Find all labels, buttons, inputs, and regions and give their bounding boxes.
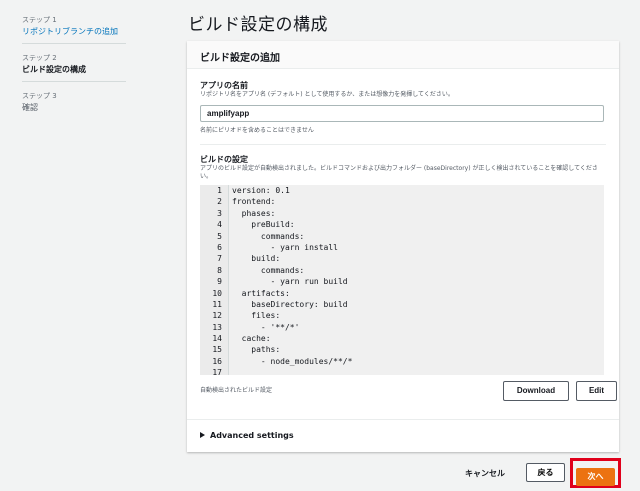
step-1-link[interactable]: リポジトリブランチの追加 bbox=[22, 27, 126, 37]
panel-header: ビルド設定の追加 bbox=[187, 41, 619, 69]
page-title: ビルド設定の構成 bbox=[188, 15, 328, 35]
step-3-title: 確認 bbox=[22, 103, 38, 112]
divider bbox=[200, 144, 606, 145]
line-number: 16 bbox=[212, 356, 222, 366]
line-number: 2 bbox=[217, 197, 222, 207]
code-line: build: bbox=[232, 254, 281, 264]
code-line: - node_modules/**/* bbox=[232, 356, 353, 366]
edit-button[interactable]: Edit bbox=[576, 381, 617, 401]
code-line: version: 0.1 bbox=[232, 186, 290, 195]
code-line: preBuild: bbox=[232, 220, 295, 230]
line-number: 10 bbox=[212, 288, 222, 298]
code-line: cache: bbox=[232, 334, 271, 344]
build-spec-code-editor[interactable]: 1 2 3 4 5 6 7 8 9 10 11 12 13 14 15 16 17 version: 0.1 fr… bbox=[200, 185, 604, 378]
code-line: phases: bbox=[232, 208, 276, 218]
code-line: paths: bbox=[232, 345, 281, 355]
code-line: frontend: bbox=[232, 197, 276, 207]
code-area[interactable]: version: 0.1 frontend: phases: preBuild: … bbox=[228, 185, 604, 375]
app-name-label: アプリの名前 bbox=[200, 81, 248, 90]
line-number: 9 bbox=[217, 277, 222, 287]
code-line: commands: bbox=[232, 265, 305, 275]
build-settings-description: アプリのビルド設定が自動検出されました。ビルドコマンドおよび出力フォルダー (b… bbox=[200, 165, 598, 180]
line-number: 13 bbox=[212, 322, 222, 332]
advanced-settings-toggle[interactable]: Advanced settings bbox=[187, 419, 619, 452]
app-name-description: リポジトリ名をアプリ名 (デフォルト) として使用するか、または想像力を発揮して… bbox=[200, 91, 454, 98]
code-line: commands: bbox=[232, 231, 305, 241]
line-number: 3 bbox=[217, 208, 222, 218]
step-3: ステップ 3 確認 bbox=[22, 88, 126, 119]
build-settings-panel: ビルド設定の追加 アプリの名前 リポジトリ名をアプリ名 (デフォルト) として使… bbox=[187, 41, 619, 452]
editor-footer: 自動検出されたビルド設定 Download Edit bbox=[200, 381, 617, 401]
step-2: ステップ 2 ビルド設定の構成 bbox=[22, 50, 126, 82]
line-number: 12 bbox=[212, 311, 222, 321]
line-number: 4 bbox=[217, 220, 222, 230]
panel-body: アプリの名前 リポジトリ名をアプリ名 (デフォルト) として使用するか、または想… bbox=[187, 69, 619, 413]
code-line: - yarn install bbox=[232, 242, 338, 252]
line-number-gutter: 1 2 3 4 5 6 7 8 9 10 11 12 13 14 15 16 17 bbox=[200, 185, 226, 378]
back-button[interactable]: 戻る bbox=[526, 463, 565, 482]
caret-right-icon bbox=[200, 432, 205, 438]
build-settings-label: ビルドの設定 bbox=[200, 155, 248, 164]
line-number: 15 bbox=[212, 345, 222, 355]
download-button[interactable]: Download bbox=[503, 381, 569, 401]
step-2-title-current: ビルド設定の構成 bbox=[22, 65, 86, 74]
cancel-button[interactable]: キャンセル bbox=[465, 468, 505, 479]
line-number: 14 bbox=[212, 334, 222, 344]
code-line: baseDirectory: build bbox=[232, 299, 348, 309]
line-number: 7 bbox=[217, 254, 222, 264]
code-line: files: bbox=[232, 311, 281, 321]
advanced-settings-label: Advanced settings bbox=[210, 431, 294, 440]
line-number: 6 bbox=[217, 242, 222, 252]
code-line: artifacts: bbox=[232, 288, 290, 298]
next-button[interactable]: 次へ bbox=[576, 468, 615, 486]
line-number: 8 bbox=[217, 265, 222, 275]
line-number: 11 bbox=[212, 299, 222, 309]
app-name-help: 名前にピリオドを含めることはできません bbox=[200, 127, 314, 134]
editor-caption: 自動検出されたビルド設定 bbox=[200, 387, 273, 394]
line-number: 17 bbox=[212, 368, 222, 378]
next-button-highlight: 次へ bbox=[570, 458, 621, 488]
app-name-input[interactable] bbox=[200, 105, 604, 122]
code-line: - '**/*' bbox=[232, 322, 300, 332]
page: ステップ 1 リポジトリブランチの追加 ステップ 2 ビルド設定の構成 ステップ… bbox=[0, 0, 640, 491]
step-2-label: ステップ 2 bbox=[22, 54, 57, 62]
wizard-steps-nav: ステップ 1 リポジトリブランチの追加 ステップ 2 ビルド設定の構成 ステップ… bbox=[22, 12, 126, 125]
line-number: 5 bbox=[217, 231, 222, 241]
line-number: 1 bbox=[217, 186, 222, 195]
step-1: ステップ 1 リポジトリブランチの追加 bbox=[22, 12, 126, 44]
step-3-label: ステップ 3 bbox=[22, 92, 57, 100]
code-line: - yarn run build bbox=[232, 277, 348, 287]
step-1-label: ステップ 1 bbox=[22, 16, 57, 24]
